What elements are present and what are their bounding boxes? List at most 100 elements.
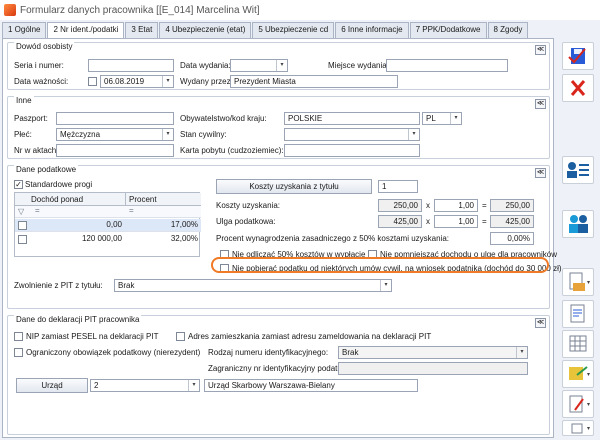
tab-zgody[interactable]: 8 Zgody xyxy=(487,22,529,38)
collapse-inne-button[interactable]: ≪ xyxy=(535,99,546,109)
koszty-label: Koszty uzyskania: xyxy=(216,201,281,210)
table-row[interactable]: 120 000,00 32,00% xyxy=(15,233,201,246)
collapse-deklaracja-button[interactable]: ≪ xyxy=(535,318,546,328)
kod-kraju-value: PL xyxy=(426,114,436,123)
document-button[interactable] xyxy=(562,300,594,328)
calendar-dropdown-icon[interactable]: ▾ xyxy=(276,60,287,71)
users-button[interactable] xyxy=(562,210,594,238)
stan-cywilny-select[interactable]: ▾ xyxy=(284,128,420,141)
procent-input[interactable]: 0,00% xyxy=(490,232,534,245)
obywatelstwo-label: Obywatelstwo/kod kraju: xyxy=(180,114,267,123)
toolbar-sidebar xyxy=(558,38,598,438)
ulga-b-input[interactable]: 1,00 xyxy=(434,215,478,228)
urzad-code-select[interactable]: 2 ▾ xyxy=(90,379,200,392)
koszty-a-input[interactable]: 250,00 xyxy=(378,199,422,212)
cancel-button[interactable] xyxy=(562,74,594,102)
koszty-b-input[interactable]: 1,00 xyxy=(434,199,478,212)
tab-ubezpieczenie-cd[interactable]: 5 Ubezpieczenie cd xyxy=(252,22,335,38)
chevron-down-icon[interactable]: ▾ xyxy=(162,129,173,140)
table-button[interactable] xyxy=(562,330,594,358)
ulga-c-input[interactable]: 425,00 xyxy=(490,215,534,228)
row-dochod: 120 000,00 xyxy=(81,234,122,243)
koszty-count-input[interactable]: 1 xyxy=(378,180,418,193)
equals-sign: = xyxy=(482,217,487,226)
tab-ubezpieczenie-etat[interactable]: 4 Ubezpieczenie (etat) xyxy=(159,22,252,38)
data-waznosci-label: Data ważności: xyxy=(14,77,69,86)
seria-input[interactable] xyxy=(88,59,174,72)
obywatelstwo-input[interactable]: POLSKIE xyxy=(284,112,420,125)
list-user-icon xyxy=(567,162,589,178)
rodzaj-select[interactable]: Brak ▾ xyxy=(338,346,528,359)
chevron-down-icon[interactable]: ▾ xyxy=(380,280,391,291)
plec-select[interactable]: Mężczyzna ▾ xyxy=(56,128,174,141)
history-button[interactable] xyxy=(562,390,594,418)
chevron-down-icon[interactable]: ▾ xyxy=(450,113,461,124)
section-podatki: Dane podatkowe ≪ ✓ Standardowe progi Doc… xyxy=(7,165,562,309)
koszty-c-input[interactable]: 250,00 xyxy=(490,199,534,212)
koszty-uzyskania-button[interactable]: Koszty uzyskania z tytułu xyxy=(216,179,372,194)
adres-zamiast-label: Adres zamieszkania zamiast adresu zameld… xyxy=(188,332,432,341)
history-icon xyxy=(569,395,590,413)
export-icon xyxy=(569,366,590,380)
row-checkbox[interactable] xyxy=(18,221,27,230)
filter-dochod[interactable]: = xyxy=(35,206,40,215)
tab-inne-informacje[interactable]: 6 Inne informacje xyxy=(335,22,409,38)
print-icon xyxy=(569,272,590,291)
chevron-down-icon[interactable]: ▾ xyxy=(408,129,419,140)
ulga-label: Ulga podatkowa: xyxy=(216,217,276,226)
miejsce-label: Miejsce wydania: xyxy=(328,61,389,70)
ograniczony-label: Ograniczony obowiązek podatkowy (nierezy… xyxy=(26,348,201,357)
zwolnienie-select[interactable]: Brak ▾ xyxy=(114,279,392,292)
tab-ogolne[interactable]: 1 Ogólne xyxy=(2,22,47,38)
col-dochod-header[interactable]: Dochód ponad xyxy=(15,193,125,206)
table-row[interactable]: 0,00 17,00% xyxy=(15,219,201,232)
row-checkbox[interactable] xyxy=(18,235,27,244)
main-panel: Dowód osobisty ≪ Seria i numer: Data wyd… xyxy=(2,38,562,438)
calendar-dropdown-icon[interactable]: ▾ xyxy=(162,76,173,87)
plec-value: Mężczyzna xyxy=(60,130,101,139)
kod-kraju-select[interactable]: PL ▾ xyxy=(422,112,462,125)
ulga-a-input[interactable]: 425,00 xyxy=(378,215,422,228)
multiply-sign: x xyxy=(426,201,430,210)
col-procent-header[interactable]: Procent xyxy=(125,193,201,206)
equals-sign: = xyxy=(482,201,487,210)
nr-akt-input[interactable] xyxy=(56,144,174,157)
collapse-dowod-button[interactable]: ≪ xyxy=(535,45,546,55)
seria-label: Seria i numer: xyxy=(14,61,64,70)
ograniczony-checkbox[interactable] xyxy=(14,348,23,357)
standardowe-progi-checkbox[interactable]: ✓ xyxy=(14,180,23,189)
print-button[interactable] xyxy=(562,268,594,296)
row-procent: 32,00% xyxy=(170,234,198,243)
urzad-button[interactable]: Urząd xyxy=(16,378,88,393)
miejsce-input[interactable] xyxy=(386,59,508,72)
zagraniczny-input[interactable] xyxy=(338,362,528,375)
export-button[interactable] xyxy=(562,360,594,388)
collapse-podatki-button[interactable]: ≪ xyxy=(535,168,546,178)
rodzaj-value: Brak xyxy=(342,348,359,357)
more-button[interactable] xyxy=(562,420,594,436)
title-bar: Formularz danych pracownika [[E_014] Mar… xyxy=(0,0,600,20)
paszport-input[interactable] xyxy=(56,112,174,125)
data-waznosci-input[interactable]: 06.08.2019 ▾ xyxy=(100,75,174,88)
karta-pobytu-input[interactable] xyxy=(284,144,420,157)
section-inne-title: Inne xyxy=(14,96,34,105)
chevron-down-icon[interactable]: ▾ xyxy=(516,347,527,358)
employee-list-button[interactable] xyxy=(562,156,594,184)
tab-ppk[interactable]: 7 PPK/Dodatkowe xyxy=(409,22,487,38)
tab-etat[interactable]: 3 Etat xyxy=(125,22,159,38)
save-button[interactable] xyxy=(562,42,594,70)
row-procent: 17,00% xyxy=(170,220,198,229)
filter-icon[interactable]: ▽ xyxy=(18,207,24,216)
nip-zamiast-checkbox[interactable] xyxy=(14,332,23,341)
filter-procent[interactable]: = xyxy=(129,206,134,215)
stan-cywilny-label: Stan cywilny: xyxy=(180,130,227,139)
zwolnienie-value: Brak xyxy=(118,281,135,290)
tax-threshold-table: Dochód ponad Procent ▽ = = 0,00 17,00% 1… xyxy=(14,192,201,257)
adres-zamiast-checkbox[interactable] xyxy=(176,332,185,341)
chevron-down-icon[interactable]: ▾ xyxy=(188,380,199,391)
tab-nr-ident[interactable]: 2 Nr ident./podatki xyxy=(47,22,125,39)
wydany-input[interactable]: Prezydent Miasta xyxy=(230,75,398,88)
data-waznosci-checkbox[interactable] xyxy=(88,77,97,86)
urzad-name-input[interactable]: Urząd Skarbowy Warszawa-Bielany xyxy=(204,379,418,392)
data-wydania-input[interactable]: ▾ xyxy=(230,59,288,72)
